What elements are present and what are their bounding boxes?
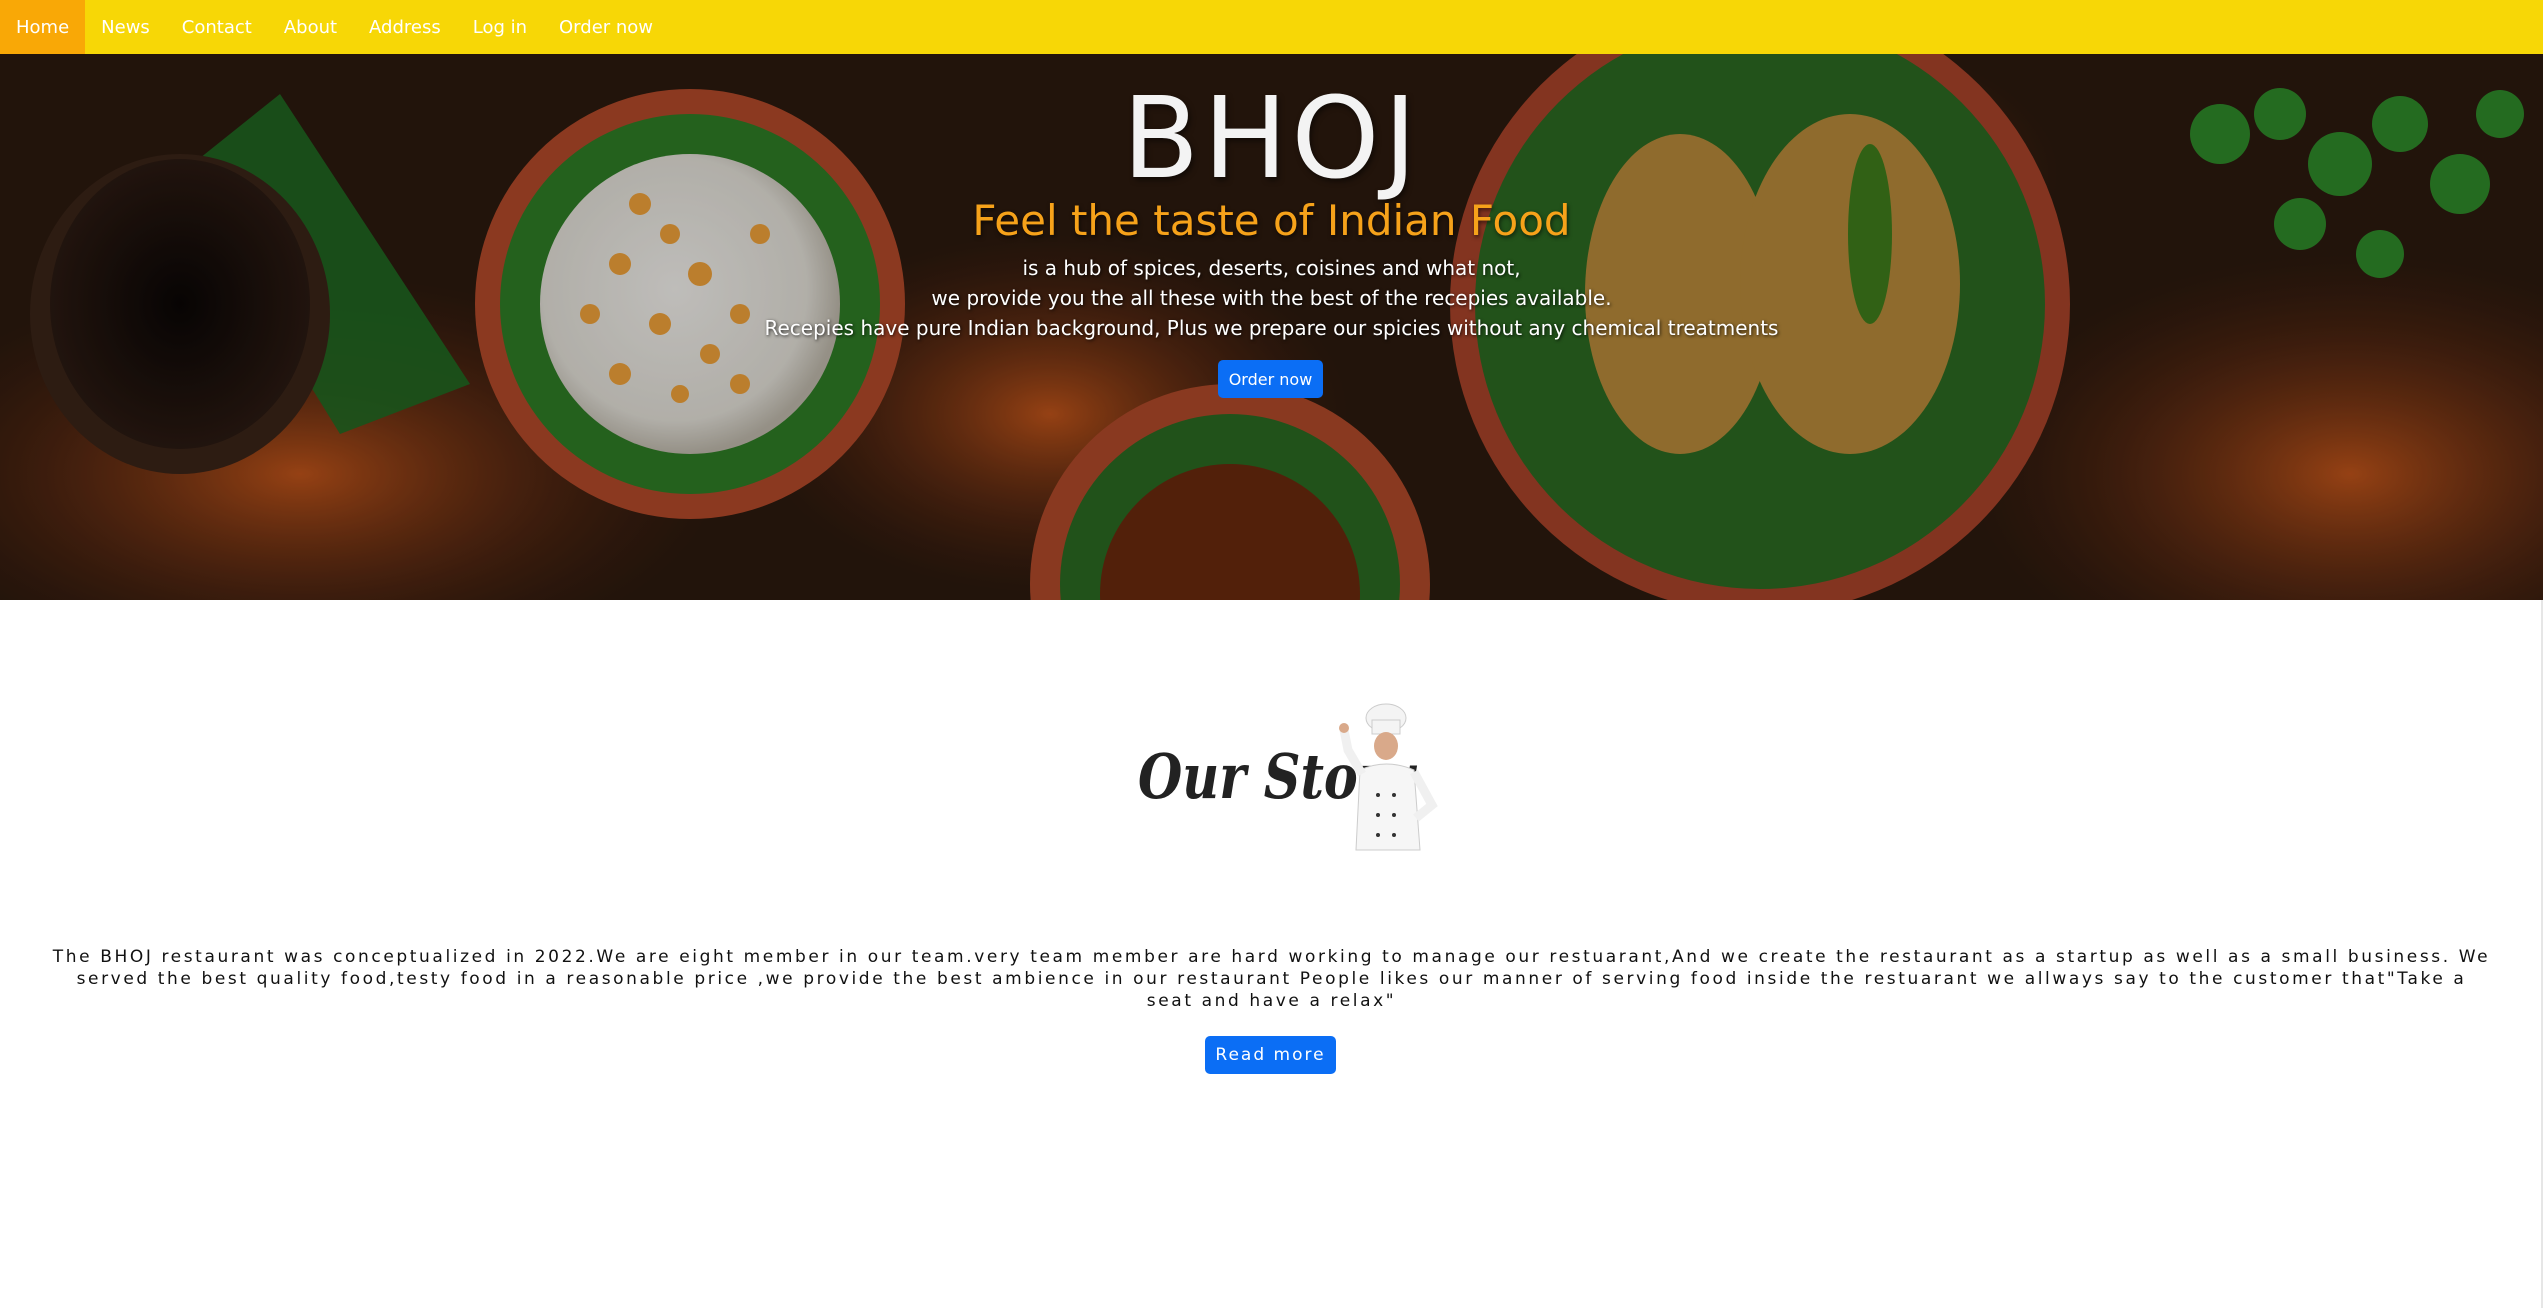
order-now-button[interactable]: Order now	[1218, 360, 1323, 398]
nav-login[interactable]: Log in	[457, 0, 543, 54]
story-paragraph: The BHOJ restaurant was conceptualized i…	[52, 947, 2491, 1011]
nav-news[interactable]: News	[85, 0, 166, 54]
hero-title: BHOJ	[1122, 74, 1421, 204]
chef-image	[1339, 703, 1438, 851]
hero-text-line: Recepies have pure Indian background, Pl…	[764, 316, 1779, 340]
nav-contact[interactable]: Contact	[166, 0, 268, 54]
nav-order-now[interactable]: Order now	[543, 0, 669, 54]
read-more-button[interactable]: Read more	[1205, 1036, 1336, 1074]
hero-text-line: is a hub of spices, deserts, coisines an…	[1022, 256, 1521, 280]
hero-text-line: we provide you the all these with the be…	[931, 286, 1612, 310]
nav-home[interactable]: Home	[0, 0, 86, 54]
navbar: Home News Contact About Address Log in O…	[0, 0, 2543, 54]
hero-subtitle: Feel the taste of Indian Food	[972, 196, 1571, 245]
nav-address[interactable]: Address	[353, 0, 457, 54]
hero-banner: BHOJ Feel the taste of Indian Food is a …	[0, 54, 2543, 600]
nav-about[interactable]: About	[268, 0, 353, 54]
hero-content: BHOJ Feel the taste of Indian Food is a …	[0, 54, 2543, 600]
